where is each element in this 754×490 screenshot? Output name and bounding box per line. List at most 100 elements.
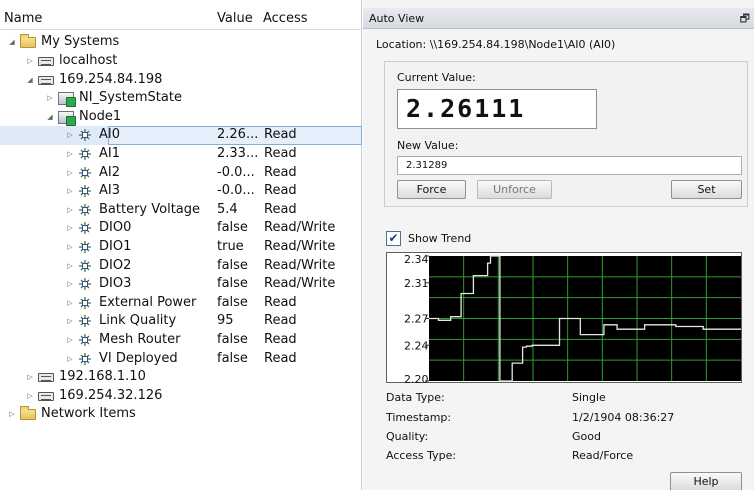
collapsed-arrow-icon[interactable]: ▷ [66,219,74,238]
collapsed-arrow-icon[interactable]: ▷ [26,387,34,406]
tree-row[interactable]: ▷ Battery Voltage 5.4 Read [0,201,362,220]
channel-icon [78,259,92,273]
show-trend-checkbox[interactable]: ✔ [386,231,401,246]
y-tick-label: 2.31 [404,277,429,290]
expanded-arrow-icon[interactable]: ◢ [46,108,54,127]
channel-icon [78,221,92,235]
set-button[interactable]: Set [671,180,742,199]
tree-item-label: NI_SystemState [79,90,182,106]
tree-row[interactable]: ▷ VI Deployed false Read [0,350,362,369]
collapsed-arrow-icon[interactable]: ▷ [66,164,74,183]
tree-item-label: DIO2 [99,257,132,273]
auto-view-panel: Auto View 🗗 Location: \\169.254.84.198\N… [363,0,754,490]
tree-row[interactable]: ▷ DIO3 false Read/Write [0,275,362,294]
collapsed-arrow-icon[interactable]: ▷ [66,275,74,294]
location-label: Location: \\169.254.84.198\Node1\AI0 (AI… [376,38,616,51]
tree-row[interactable]: ▷ AI1 2.33... Read [0,145,362,164]
tree-row[interactable]: ▷ Mesh Router false Read [0,331,362,350]
tree-row[interactable]: ▷ DIO0 false Read/Write [0,219,362,238]
tree-item-value: false [217,220,248,236]
collapsed-arrow-icon[interactable]: ▷ [26,52,34,71]
column-header-name[interactable]: Name [4,11,42,26]
channel-icon [78,314,92,328]
tree-row[interactable]: ▷ AI2 -0.0... Read [0,164,362,183]
expanded-arrow-icon[interactable]: ◢ [26,71,34,90]
collapsed-arrow-icon[interactable]: ▷ [26,368,34,387]
tree-item-label: 192.168.1.10 [59,369,146,385]
y-tick-label: 2.20 [404,373,429,384]
panel-title: Auto View [369,12,425,25]
tree-row[interactable]: ▷ External Power false Read [0,294,362,313]
tree-row[interactable]: ▷ AI3 -0.0... Read [0,182,362,201]
tree-item-label: Node1 [79,108,122,124]
tree-row[interactable]: ▷ localhost [0,52,362,71]
collapsed-arrow-icon[interactable]: ▷ [66,201,74,220]
restore-window-icon[interactable]: 🗗 [740,8,750,29]
tree-row[interactable]: ▷ NI_SystemState [0,89,362,108]
tree-item-label: Link Quality [99,313,177,329]
collapsed-arrow-icon[interactable]: ▷ [8,405,16,424]
tree-item-value: false [217,331,248,347]
collapsed-arrow-icon[interactable]: ▷ [66,182,74,201]
tree-row[interactable]: ▷ Network Items [0,405,362,424]
folder-icon [20,34,36,49]
expanded-arrow-icon[interactable]: ◢ [8,33,16,52]
collapsed-arrow-icon[interactable]: ▷ [66,331,74,350]
tree-row[interactable]: ▷ 169.254.32.126 [0,387,362,406]
channel-icon [78,352,92,366]
tree-item-access: Read [264,294,297,310]
tree-item-access: Read [264,164,297,180]
new-value-input[interactable] [397,156,742,175]
collapsed-arrow-icon[interactable]: ▷ [66,294,74,313]
tree-item-label: localhost [59,52,118,68]
tree-item-access: Read [264,350,297,366]
tree-item-label: DIO0 [99,220,132,236]
tree-item-label: AI3 [99,183,120,199]
collapsed-arrow-icon[interactable]: ▷ [66,238,74,257]
tree-item-value: false [217,257,248,273]
help-button[interactable]: Help [670,472,742,490]
info-value: 1/2/1904 08:36:27 [572,411,675,424]
tree-item-label: 169.254.32.126 [59,387,163,403]
tree-item-label: Network Items [41,406,136,422]
channel-icon [78,277,92,291]
collapsed-arrow-icon[interactable]: ▷ [66,145,74,164]
collapsed-arrow-icon[interactable]: ▷ [66,257,74,276]
tree-row[interactable]: ◢ Node1 [0,108,362,127]
collapsed-arrow-icon[interactable]: ▷ [66,126,74,145]
y-tick-label: 2.27 [404,313,429,326]
info-label: Access Type: [386,449,457,462]
info-label: Quality: [386,430,429,443]
tree-item-value: 5.4 [217,201,238,217]
tree-item-label: AI2 [99,164,120,180]
collapsed-arrow-icon[interactable]: ▷ [66,350,74,369]
trend-chart: 2.34 2.31 2.27 2.24 2.20 [386,252,742,386]
info-value: Read/Force [572,449,634,462]
tree-row[interactable]: ▷ AI0 2.26... Read [0,126,362,145]
tree-row[interactable]: ▷ DIO2 false Read/Write [0,257,362,276]
tree-row[interactable]: ▷ Link Quality 95 Read [0,312,362,331]
tree-row[interactable]: ◢ My Systems [0,33,362,52]
force-button[interactable]: Force [397,180,466,199]
show-trend-label: Show Trend [408,232,472,245]
tree-item-access: Read [264,201,297,217]
tree-row[interactable]: ▷ DIO1 true Read/Write [0,238,362,257]
channel-icon [78,147,92,161]
tree-item-value: -0.0... [217,183,255,199]
column-header-access[interactable]: Access [263,11,308,26]
folder-icon [20,406,36,421]
tree-row[interactable]: ◢ 169.254.84.198 [0,71,362,90]
collapsed-arrow-icon[interactable]: ▷ [46,89,54,108]
info-value: Good [572,430,601,443]
info-value: Single [572,391,606,404]
tree-item-value: 2.33... [217,145,259,161]
tree-item-value: true [217,238,244,254]
tree-header: Name Value Access [0,8,362,30]
tree-item-access: Read [264,127,297,143]
channel-icon [78,184,92,198]
collapsed-arrow-icon[interactable]: ▷ [66,312,74,331]
current-value-display: 2.26111 [397,89,597,129]
tree-row[interactable]: ▷ 192.168.1.10 [0,368,362,387]
unforce-button[interactable]: Unforce [477,180,552,199]
column-header-value[interactable]: Value [217,11,253,26]
